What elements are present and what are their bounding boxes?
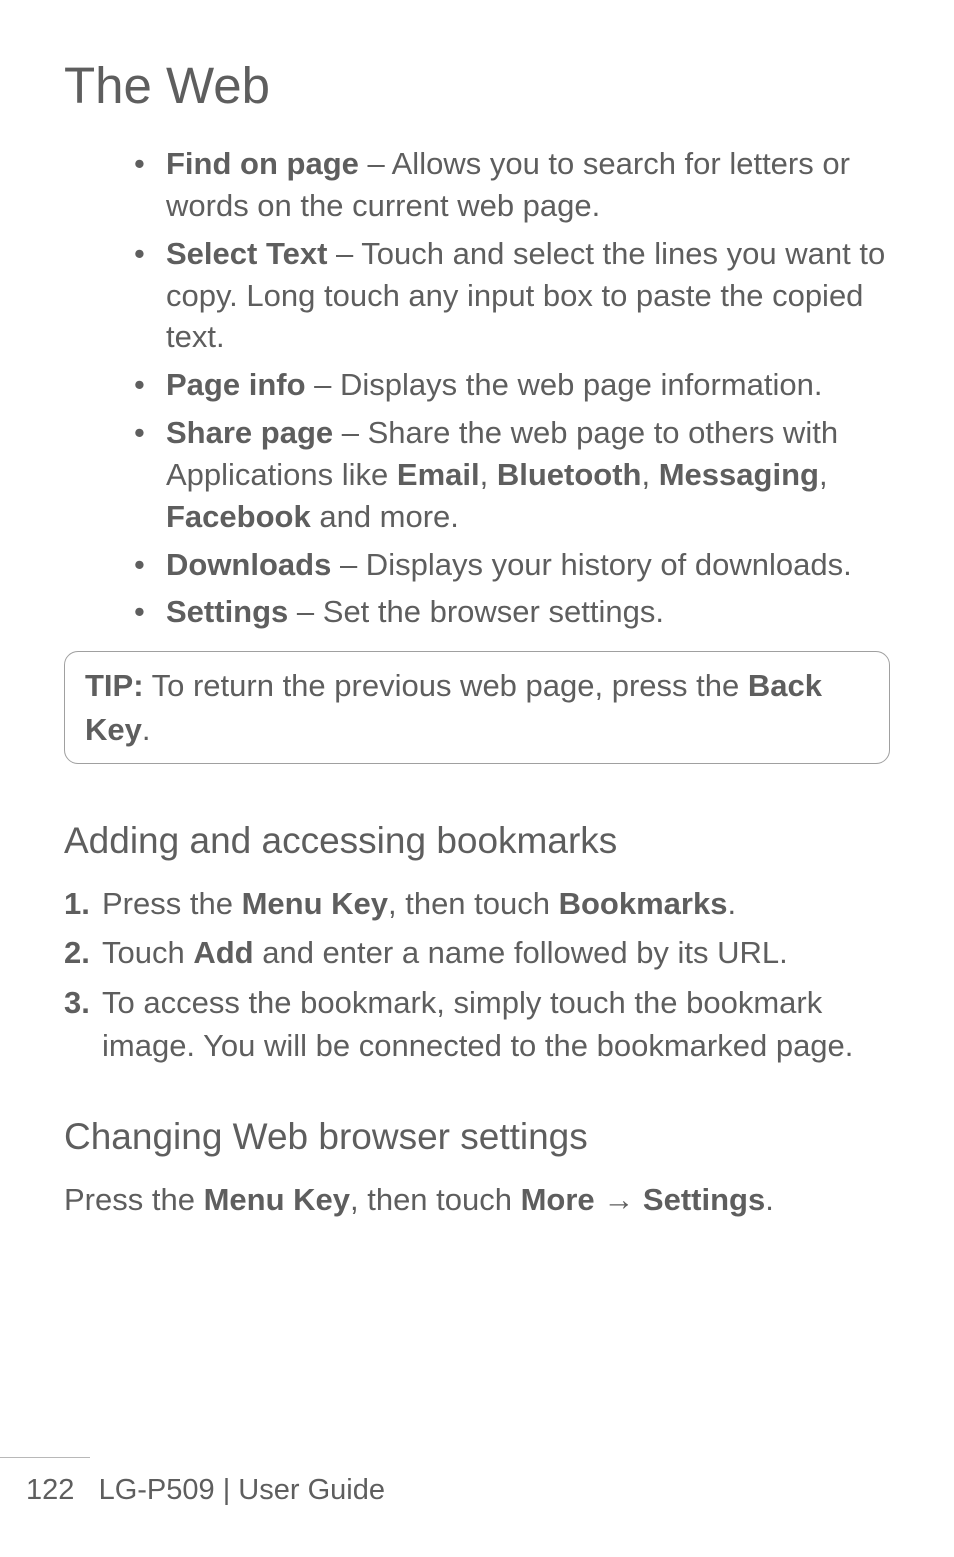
term: Find on page [166,146,359,181]
step-3: 3.To access the bookmark, simply touch t… [64,981,890,1068]
menu-key: Menu Key [242,886,388,921]
section-heading: Changing Web browser settings [64,1116,890,1158]
app-bluetooth: Bluetooth [497,457,642,492]
more-button: More [521,1182,595,1217]
app-messaging: Messaging [659,457,819,492]
step-2: 2.Touch Add and enter a name followed by… [64,931,890,974]
steps-list: 1. Press the Menu Key, then touch Bookma… [64,882,890,1068]
tip-callout: TIP: To return the previous web page, pr… [64,651,890,764]
tip-text: TIP: To return the previous web page, pr… [85,664,869,751]
tip-label: TIP: [85,668,144,703]
desc: – Displays the web page information. [306,367,823,402]
footer-separator: | [215,1474,239,1506]
desc: – Displays your history of downloads. [331,547,851,582]
options-list: Find on page – Allows you to search for … [64,143,890,633]
term: Page info [166,367,306,402]
page-footer: 122 LG-P509 | User Guide [0,1457,954,1507]
app-email: Email [397,457,480,492]
settings-instruction: Press the Menu Key, then touch More → Se… [64,1178,890,1221]
step-1: 1. Press the Menu Key, then touch Bookma… [64,882,890,925]
term: Downloads [166,547,331,582]
add-button: Add [193,935,253,970]
desc: – Set the browser settings. [288,594,664,629]
section-settings: Changing Web browser settings Press the … [64,1116,890,1221]
guide-label: User Guide [238,1474,385,1506]
term: Settings [166,594,288,629]
list-item-share: Share page – Share the web page to other… [134,412,890,538]
manual-page: The Web Find on page – Allows you to sea… [0,0,954,1557]
menu-key: Menu Key [204,1182,350,1217]
list-item: Page info – Displays the web page inform… [134,364,890,406]
footer-rule [0,1457,90,1458]
model-number: LG-P509 [99,1474,215,1506]
step-number: 1. [64,882,90,925]
app-facebook: Facebook [166,499,311,534]
page-number: 122 [26,1474,74,1506]
section-bookmarks: Adding and accessing bookmarks 1. Press … [64,820,890,1068]
term: Select Text [166,236,327,271]
page-title: The Web [64,56,890,115]
step-number: 2. [64,931,90,974]
settings-button: Settings [643,1182,765,1217]
list-item: Settings – Set the browser settings. [134,591,890,633]
bookmarks-button: Bookmarks [559,886,728,921]
term: Share page [166,415,333,450]
list-item: Downloads – Displays your history of dow… [134,544,890,586]
step-number: 3. [64,981,90,1024]
list-item: Select Text – Touch and select the lines… [134,233,890,359]
footer-text: 122 LG-P509 | User Guide [0,1474,954,1507]
section-heading: Adding and accessing bookmarks [64,820,890,862]
list-item: Find on page – Allows you to search for … [134,143,890,227]
arrow-icon: → [595,1182,643,1217]
